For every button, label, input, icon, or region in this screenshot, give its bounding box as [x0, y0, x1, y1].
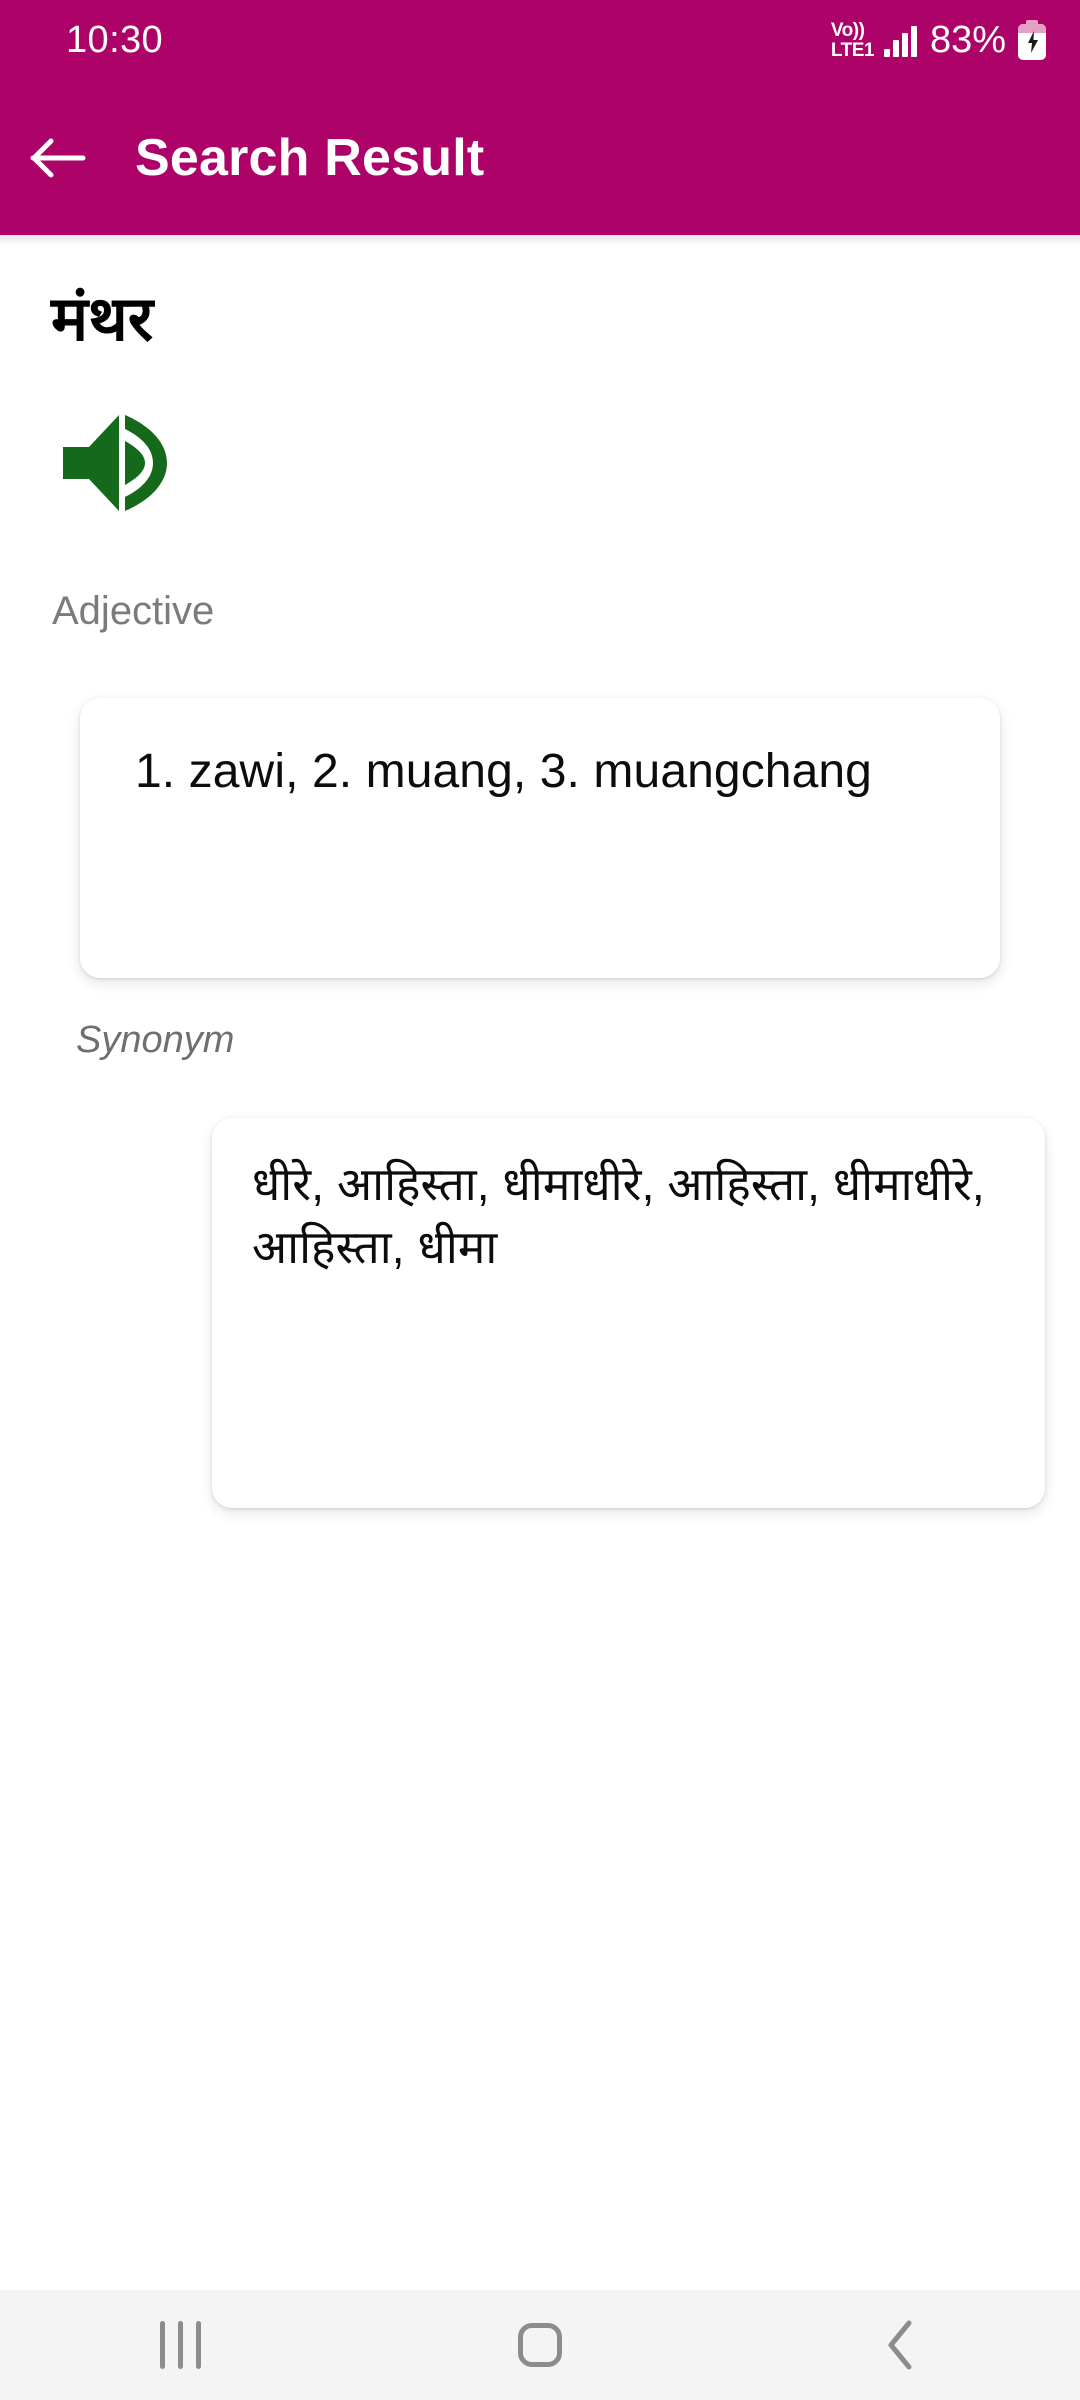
signal-bar-3 [901, 33, 908, 57]
battery-cap [1026, 20, 1038, 27]
phone-screen: 10:30 Vo)) LTE1 83% Search Result मंथर A… [0, 0, 1080, 2400]
synonym-text: धीरे, आहिस्ता, धीमाधीरे, आहिस्ता, धीमाधी… [252, 1158, 985, 1274]
recents-bar-3 [195, 2321, 201, 2369]
battery-charging-icon [1018, 20, 1046, 60]
headword: मंथर [51, 285, 154, 354]
definition-text: 1. zawi, 2. muang, 3. muangchang [135, 745, 872, 798]
recents-bar-1 [159, 2321, 165, 2369]
arrow-left-icon [29, 135, 87, 181]
app-toolbar: Search Result [0, 80, 1080, 235]
pronounce-button[interactable] [57, 411, 177, 515]
volte-icon: Vo)) LTE1 [830, 19, 875, 61]
recents-bar-2 [177, 2321, 183, 2369]
synonym-card[interactable]: धीरे, आहिस्ता, धीमाधीरे, आहिस्ता, धीमाधी… [212, 1118, 1045, 1508]
home-icon [518, 2323, 562, 2367]
speaker-volume-icon [57, 411, 177, 515]
volte-label-bottom: LTE1 [830, 39, 875, 61]
battery-bolt-icon [1027, 31, 1039, 53]
recents-icon [159, 2321, 201, 2369]
chevron-left-icon [883, 2319, 917, 2371]
page-title: Search Result [135, 128, 485, 187]
signal-bar-4 [910, 26, 917, 57]
system-navigation-bar [0, 2290, 1080, 2400]
status-bar: 10:30 Vo)) LTE1 83% [0, 0, 1080, 80]
status-icons-group: Vo)) LTE1 83% [831, 20, 1046, 60]
back-button[interactable] [0, 80, 116, 235]
signal-bar-1 [883, 49, 890, 57]
status-clock: 10:30 [66, 19, 164, 61]
signal-bar-2 [892, 40, 899, 57]
synonym-label: Synonym [76, 1019, 235, 1061]
nav-back-button[interactable] [720, 2290, 1080, 2400]
volte-label-top: Vo)) [830, 19, 865, 41]
signal-bars-icon [883, 23, 917, 57]
definition-card[interactable]: 1. zawi, 2. muang, 3. muangchang [80, 698, 1000, 978]
nav-home-button[interactable] [360, 2290, 720, 2400]
nav-recents-button[interactable] [0, 2290, 360, 2400]
part-of-speech-label: Adjective [52, 589, 215, 633]
battery-percent-label: 83% [929, 19, 1006, 61]
